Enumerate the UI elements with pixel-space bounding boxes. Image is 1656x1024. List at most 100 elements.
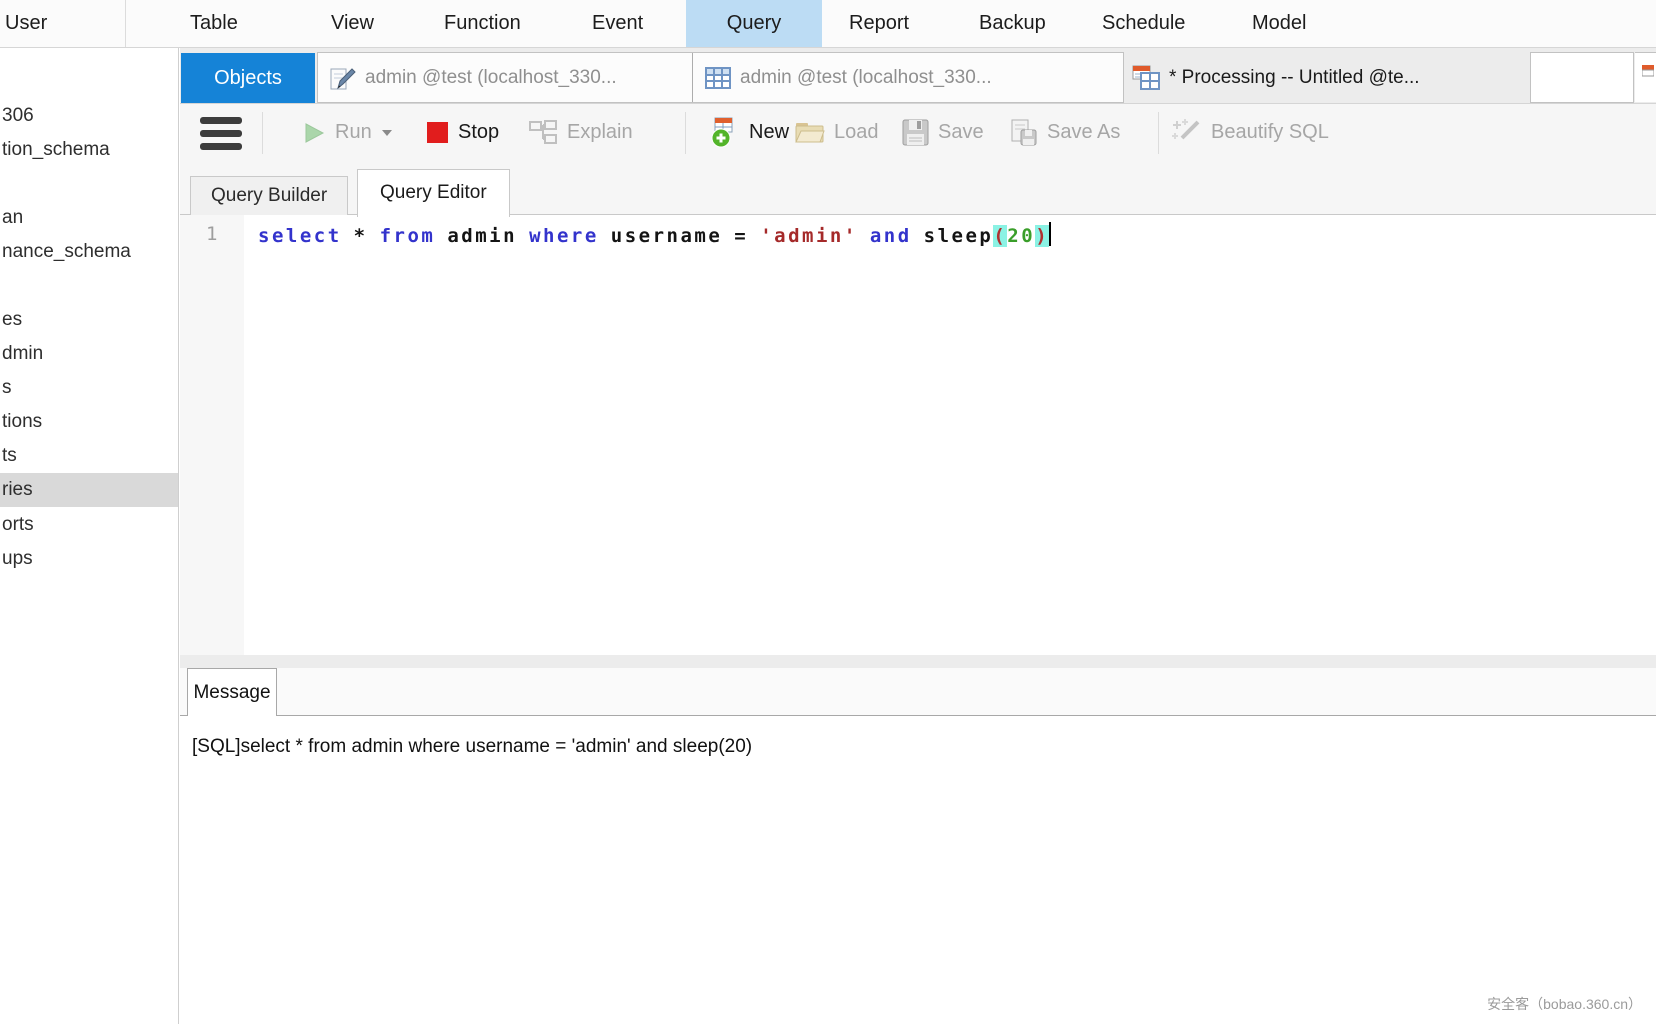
toolbar-separator — [262, 112, 263, 154]
sql-token: from — [380, 225, 436, 247]
menu-backup[interactable]: Backup — [979, 0, 1046, 47]
toolbar-separator — [685, 112, 686, 154]
watermark-text: 安全客（bobao.360.cn） — [1487, 994, 1642, 1014]
line-number: 1 — [206, 223, 217, 245]
menu-function[interactable]: Function — [444, 0, 521, 47]
explain-icon — [528, 120, 558, 146]
query-toolbar: Run Stop Explain — [180, 104, 1656, 161]
save-as-icon — [1010, 119, 1038, 147]
new-label: New — [749, 121, 789, 144]
document-tab-bar: Objects admin @test (localhost_330... — [180, 48, 1656, 104]
sql-token: 'admin' — [760, 225, 858, 247]
sidebar-divider — [178, 48, 179, 1024]
message-log-text: [SQL]select * from admin where username … — [192, 736, 752, 758]
tab-message[interactable]: Message — [187, 668, 277, 716]
tab-query-builder[interactable]: Query Builder — [190, 176, 348, 215]
save-as-label: Save As — [1047, 121, 1120, 144]
navigation-pane: 306 tion_schema an nance_schema es dmin … — [0, 48, 178, 1024]
panel-splitter[interactable] — [180, 655, 1656, 668]
tab-table-view-label: admin @test (localhost_330... — [740, 67, 992, 89]
sql-token: = — [734, 225, 748, 247]
tab-query-edit[interactable]: admin @test (localhost_330... — [318, 53, 692, 102]
message-panel: [SQL]select * from admin where username … — [180, 716, 1656, 1024]
sql-editor[interactable]: 1 select * from admin where username = 'admin' a… — [180, 215, 1656, 655]
menu-table[interactable]: Table — [190, 0, 238, 47]
menu-bar: User Table View Function Event Query Rep… — [0, 0, 1656, 48]
sql-token-paren-open: ( — [993, 225, 1007, 247]
magic-wand-icon — [1172, 118, 1202, 148]
sidebar-item-connection[interactable]: 306 — [0, 99, 178, 133]
new-query-button[interactable]: New — [708, 104, 789, 161]
sidebar-item-tables[interactable]: es — [0, 303, 178, 337]
tab-query-edit-label: admin @test (localhost_330... — [365, 67, 617, 89]
menu-view[interactable]: View — [331, 0, 374, 47]
tab-query-editor[interactable]: Query Editor — [357, 169, 510, 217]
tab-objects[interactable]: Objects — [181, 53, 315, 103]
menu-user[interactable]: User — [5, 0, 47, 47]
tab-processing-query[interactable]: * Processing -- Untitled @te... — [1122, 53, 1530, 103]
table-grid-icon — [705, 66, 731, 90]
menu-model[interactable]: Model — [1252, 0, 1306, 47]
save-label: Save — [938, 121, 984, 144]
menu-event[interactable]: Event — [592, 0, 643, 47]
stop-icon — [426, 121, 449, 144]
run-button[interactable]: Run — [302, 104, 393, 161]
toolbar-separator — [1158, 112, 1159, 154]
sidebar-item-backups[interactable]: ups — [0, 542, 178, 576]
sidebar-item-views[interactable]: s — [0, 371, 178, 405]
navicat-window: User Table View Function Event Query Rep… — [0, 0, 1656, 1024]
sidebar-item-performance-schema[interactable]: nance_schema — [0, 235, 178, 269]
sql-token: and — [870, 225, 912, 247]
sidebar-item-queries[interactable]: ries — [0, 473, 178, 507]
editor-mode-tab-bar: Query Builder Query Editor — [180, 161, 1656, 215]
sidebar-item-an[interactable]: an — [0, 201, 178, 235]
menu-query[interactable]: Query — [686, 0, 822, 47]
folder-icon — [795, 120, 825, 145]
explain-button[interactable]: Explain — [528, 104, 633, 161]
sql-token: * — [354, 225, 368, 247]
sql-token-paren-close: ) — [1035, 225, 1049, 247]
tab-processing-label: * Processing -- Untitled @te... — [1169, 67, 1420, 89]
beautify-sql-label: Beautify SQL — [1211, 121, 1329, 144]
document-tab-group: admin @test (localhost_330... admin @tes… — [317, 52, 1124, 103]
query-processing-icon — [1132, 65, 1160, 91]
sql-token: 20 — [1007, 225, 1035, 247]
load-button[interactable]: Load — [795, 104, 879, 161]
sql-token: sleep — [924, 225, 994, 247]
save-icon — [902, 119, 929, 146]
save-button[interactable]: Save — [902, 104, 984, 161]
load-label: Load — [834, 121, 879, 144]
menu-schedule[interactable]: Schedule — [1102, 0, 1185, 47]
sql-token: admin — [447, 225, 517, 247]
tab-fragment[interactable] — [1635, 52, 1656, 102]
line-number-gutter — [180, 215, 244, 655]
sidebar-item-information-schema[interactable]: tion_schema — [0, 133, 178, 167]
run-label: Run — [335, 121, 372, 144]
query-icon-fragment — [1642, 65, 1654, 77]
tab-table-view[interactable]: admin @test (localhost_330... — [693, 53, 1123, 102]
message-tab-bar: Message — [180, 668, 1656, 716]
hamburger-menu-icon[interactable] — [200, 117, 242, 150]
sidebar-item-admin[interactable]: dmin — [0, 337, 178, 371]
stop-label: Stop — [458, 121, 499, 144]
run-icon — [302, 121, 326, 145]
run-dropdown-caret-icon[interactable] — [381, 129, 393, 137]
tab-empty[interactable] — [1530, 52, 1634, 103]
menu-report[interactable]: Report — [849, 0, 909, 47]
menu-divider — [125, 0, 126, 47]
text-cursor — [1049, 222, 1051, 246]
beautify-sql-button[interactable]: Beautify SQL — [1172, 104, 1329, 161]
explain-label: Explain — [567, 121, 633, 144]
sidebar-item-functions[interactable]: tions — [0, 405, 178, 439]
save-as-button[interactable]: Save As — [1010, 104, 1120, 161]
sql-token: select — [258, 225, 342, 247]
stop-button[interactable]: Stop — [426, 104, 499, 161]
pencil-icon — [330, 65, 356, 91]
new-query-icon — [708, 117, 740, 148]
sql-token: username — [611, 225, 723, 247]
sidebar-item-events[interactable]: ts — [0, 439, 178, 473]
sql-token: where — [529, 225, 599, 247]
tab-objects-label: Objects — [214, 67, 282, 90]
sidebar-item-reports[interactable]: orts — [0, 508, 178, 542]
sql-code-line[interactable]: select * from admin where username = 'admin' and… — [258, 222, 1051, 247]
